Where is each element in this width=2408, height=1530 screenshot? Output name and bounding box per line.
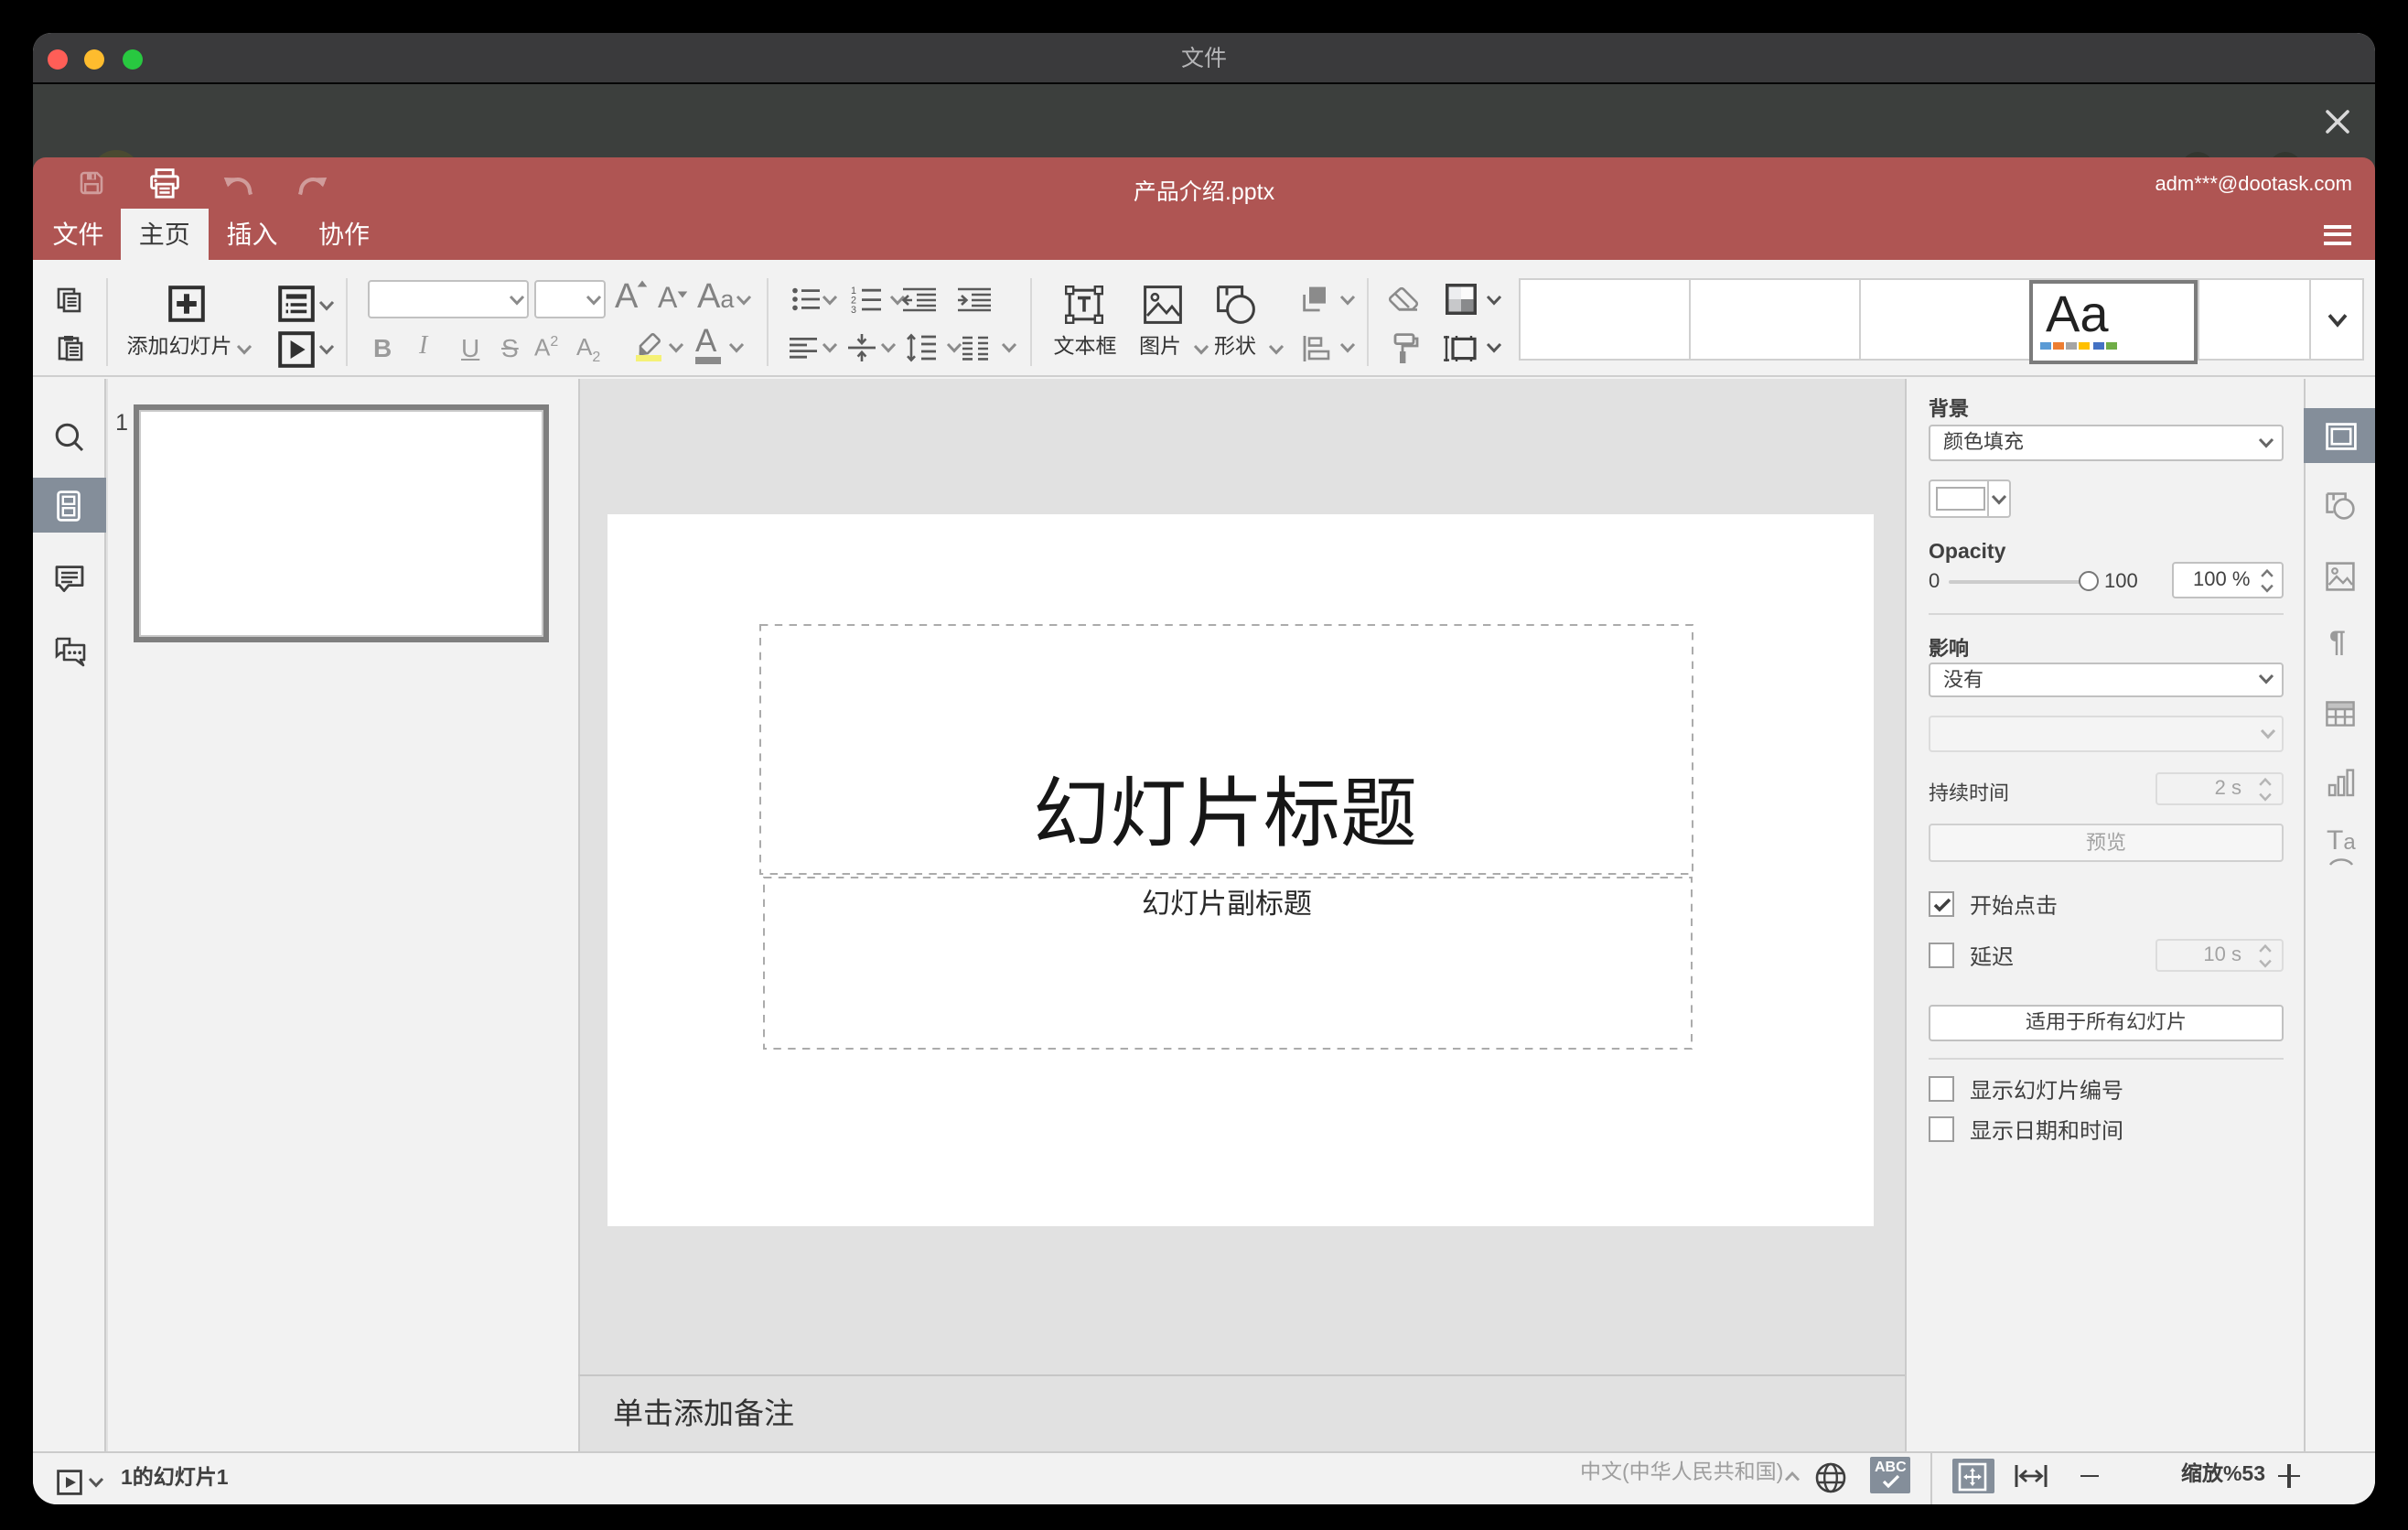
- svg-text:3: 3: [851, 305, 856, 316]
